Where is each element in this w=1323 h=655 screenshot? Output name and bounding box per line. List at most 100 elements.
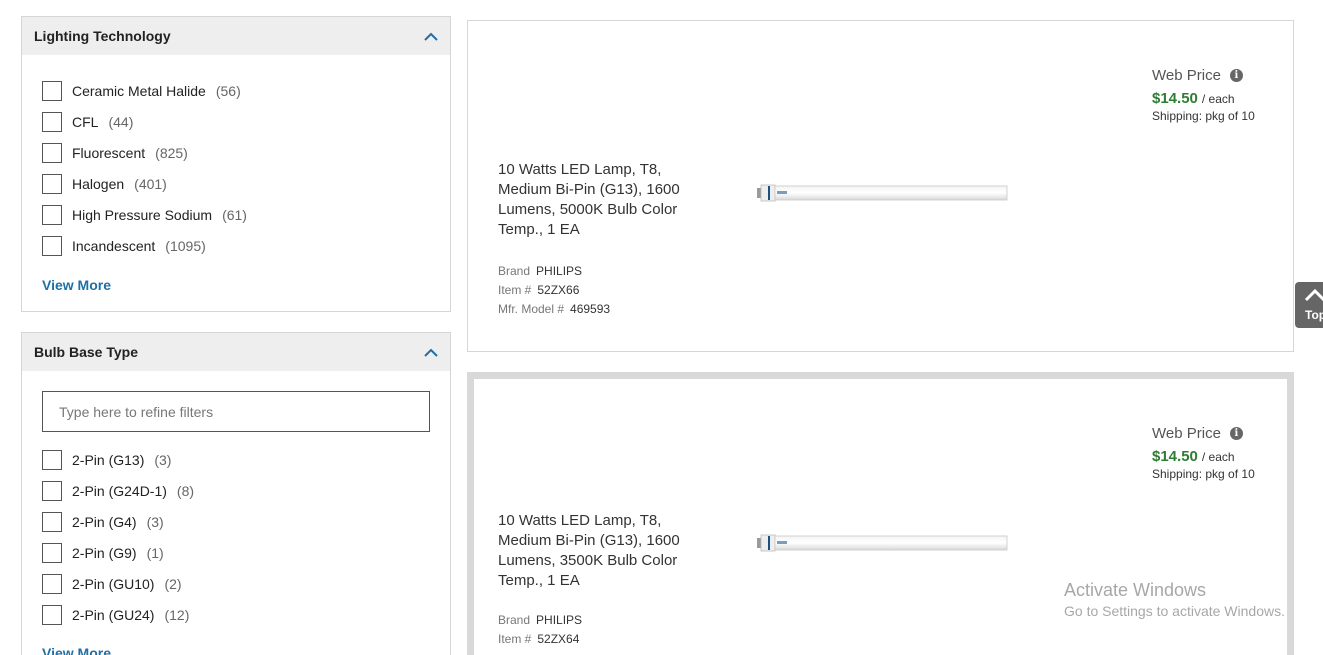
price: $14.50 bbox=[1152, 90, 1198, 107]
page: Lighting Technology Ceramic Metal Halide… bbox=[0, 0, 1323, 655]
back-to-top-button[interactable]: Top bbox=[1295, 282, 1323, 328]
filter-option-count: (1) bbox=[146, 544, 164, 561]
filter-options: 2-Pin (G13) (3) 2-Pin (G24D-1) (8) 2-Pin (… bbox=[22, 432, 450, 655]
price-block: Web Price i $14.50/ each Shipping: pkg of… bbox=[1152, 67, 1255, 123]
filter-option[interactable]: Halogen (401) bbox=[42, 168, 450, 199]
filter-panel-title: Lighting Technology bbox=[34, 28, 171, 44]
price-unit: / each bbox=[1201, 450, 1235, 464]
chevron-up-icon bbox=[1304, 288, 1323, 302]
product-brand-row: Brand PHILIPS bbox=[498, 611, 582, 630]
checkbox[interactable] bbox=[42, 449, 62, 470]
filter-panel-title: Bulb Base Type bbox=[34, 344, 138, 360]
filter-option[interactable]: Fluorescent (825) bbox=[42, 137, 450, 168]
filter-option[interactable]: CFL (44) bbox=[42, 106, 450, 137]
product-meta: Brand PHILIPS Item # 52ZX64 bbox=[498, 611, 582, 649]
web-price-label: Web Price bbox=[1152, 67, 1221, 84]
model-value: 469593 bbox=[570, 302, 611, 316]
info-icon[interactable]: i bbox=[1229, 427, 1243, 440]
filter-option[interactable]: Ceramic Metal Halide (56) bbox=[42, 75, 450, 106]
price-line: $14.50/ each bbox=[1152, 90, 1255, 107]
shipping-info: Shipping: pkg of 10 bbox=[1152, 467, 1255, 481]
checkbox[interactable] bbox=[42, 173, 62, 194]
filter-option[interactable]: 2-Pin (G4) (3) bbox=[42, 506, 450, 537]
product-image[interactable] bbox=[755, 415, 1009, 655]
item-label: Item # bbox=[498, 632, 532, 646]
filter-option-label: 2-Pin (G4) bbox=[72, 513, 137, 530]
back-to-top-label: Top bbox=[1305, 308, 1323, 322]
filter-option[interactable]: 2-Pin (GU24) (12) bbox=[42, 599, 450, 630]
led-tube-image bbox=[757, 184, 1008, 202]
info-icon[interactable]: i bbox=[1229, 69, 1243, 82]
filter-option-label: Ceramic Metal Halide bbox=[72, 82, 206, 99]
filter-option[interactable]: Incandescent (1095) bbox=[42, 230, 450, 261]
product-card: 10 Watts LED Lamp, T8, Medium Bi-Pin (G1… bbox=[467, 20, 1294, 352]
product-brand-row: Brand PHILIPS bbox=[498, 262, 610, 281]
refine-filters-input[interactable] bbox=[42, 391, 430, 432]
product-item-row: Item # 52ZX66 bbox=[498, 281, 610, 300]
brand-value: PHILIPS bbox=[536, 613, 583, 627]
led-tube-image bbox=[757, 534, 1008, 552]
filter-option-count: (401) bbox=[134, 175, 167, 192]
view-more-link[interactable]: View More bbox=[42, 277, 111, 293]
price: $14.50 bbox=[1152, 448, 1198, 465]
filter-panel-header[interactable]: Bulb Base Type bbox=[22, 333, 450, 371]
checkbox[interactable] bbox=[42, 511, 62, 532]
filter-option[interactable]: High Pressure Sodium (61) bbox=[42, 199, 450, 230]
checkbox[interactable] bbox=[42, 480, 62, 501]
brand-value: PHILIPS bbox=[536, 264, 583, 278]
price-line: $14.50/ each bbox=[1152, 448, 1255, 465]
filter-option[interactable]: 2-Pin (G9) (1) bbox=[42, 537, 450, 568]
item-value: 52ZX66 bbox=[537, 283, 580, 297]
checkbox[interactable] bbox=[42, 573, 62, 594]
filter-option-label: 2-Pin (G13) bbox=[72, 451, 145, 468]
filter-option-count: (56) bbox=[215, 82, 241, 99]
filter-option-label: CFL bbox=[72, 113, 99, 130]
product-meta: Brand PHILIPS Item # 52ZX66 Mfr. Model # 46… bbox=[498, 262, 610, 319]
filter-option[interactable]: 2-Pin (G13) (3) bbox=[42, 444, 450, 475]
view-more-link[interactable]: View More bbox=[42, 645, 111, 655]
product-image[interactable] bbox=[755, 65, 1009, 321]
price-unit: / each bbox=[1201, 92, 1235, 106]
filter-option-count: (2) bbox=[164, 575, 182, 592]
filter-panel-header[interactable]: Lighting Technology bbox=[22, 17, 450, 55]
checkbox[interactable] bbox=[42, 142, 62, 163]
filter-panel-bulb-base-type: Bulb Base Type 2-Pin (G13) (3) 2-Pin (G24… bbox=[21, 332, 451, 655]
filter-option-count: (3) bbox=[146, 513, 164, 530]
checkbox[interactable] bbox=[42, 204, 62, 225]
chevron-up-icon[interactable] bbox=[424, 345, 438, 359]
filter-option[interactable]: 2-Pin (GU10) (2) bbox=[42, 568, 450, 599]
filter-option-count: (8) bbox=[176, 482, 195, 499]
brand-label: Brand bbox=[498, 613, 531, 627]
checkbox[interactable] bbox=[42, 542, 62, 563]
filter-option-count: (61) bbox=[222, 206, 247, 223]
model-label: Mfr. Model # bbox=[498, 302, 565, 316]
shipping-info: Shipping: pkg of 10 bbox=[1152, 109, 1255, 123]
activate-windows-watermark: Activate Windows Go to Settings to activ… bbox=[1064, 580, 1285, 619]
web-price-row: Web Price i bbox=[1152, 425, 1255, 442]
checkbox[interactable] bbox=[42, 111, 62, 132]
product-model-row: Mfr. Model # 469593 bbox=[498, 300, 610, 319]
chevron-up-icon[interactable] bbox=[424, 29, 438, 43]
watermark-subtitle: Go to Settings to activate Windows. bbox=[1064, 603, 1285, 619]
filter-option-label: 2-Pin (G24D-1) bbox=[72, 482, 167, 499]
web-price-label: Web Price bbox=[1152, 425, 1221, 442]
item-label: Item # bbox=[498, 283, 532, 297]
price-block: Web Price i $14.50/ each Shipping: pkg of… bbox=[1152, 425, 1255, 481]
web-price-row: Web Price i bbox=[1152, 67, 1255, 84]
filter-option-label: Fluorescent bbox=[72, 144, 146, 161]
watermark-title: Activate Windows bbox=[1064, 580, 1207, 600]
filter-option[interactable]: 2-Pin (G24D-1) (8) bbox=[42, 475, 450, 506]
filter-option-label: Halogen bbox=[72, 175, 125, 192]
checkbox[interactable] bbox=[42, 604, 62, 625]
brand-label: Brand bbox=[498, 264, 531, 278]
checkbox[interactable] bbox=[42, 80, 62, 101]
filter-option-count: (12) bbox=[164, 606, 190, 623]
filter-option-count: (3) bbox=[154, 451, 172, 468]
product-item-row: Item # 52ZX64 bbox=[498, 630, 582, 649]
filter-option-label: 2-Pin (GU24) bbox=[72, 606, 155, 623]
filter-option-label: High Pressure Sodium bbox=[72, 206, 213, 223]
product-title-link[interactable]: 10 Watts LED Lamp, T8, Medium Bi-Pin (G1… bbox=[498, 511, 698, 591]
product-title-link[interactable]: 10 Watts LED Lamp, T8, Medium Bi-Pin (G1… bbox=[498, 160, 698, 240]
checkbox[interactable] bbox=[42, 235, 62, 256]
filter-option-label: 2-Pin (G9) bbox=[72, 544, 137, 561]
